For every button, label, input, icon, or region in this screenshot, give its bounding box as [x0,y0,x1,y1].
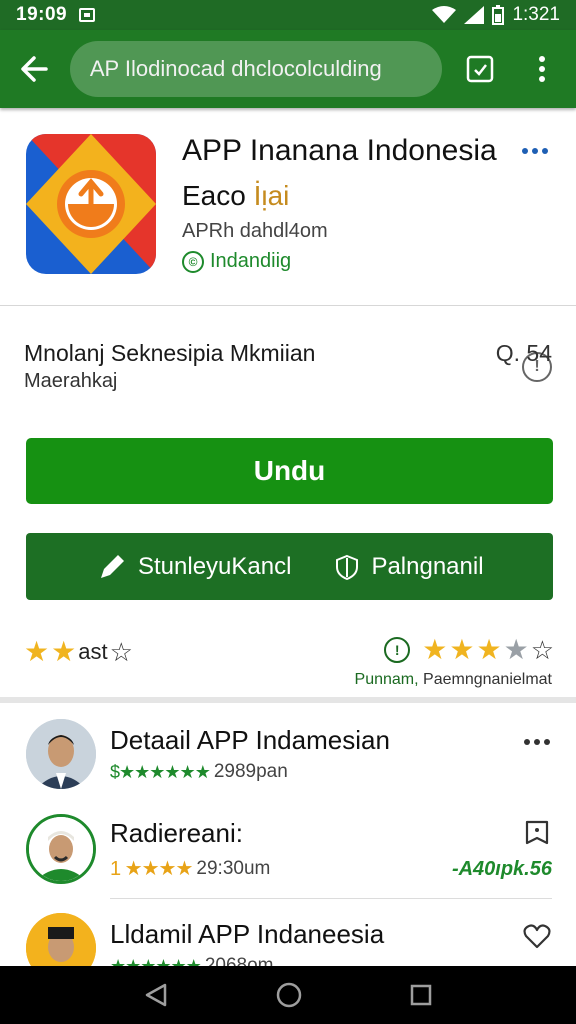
meta-subtitle: Maerahkaj [24,370,118,392]
right-action-button[interactable]: Palngnanil [335,552,484,581]
more-horiz-icon [524,739,550,745]
left-action-button[interactable]: StunleyuKancl [98,553,291,581]
rating-caption: Punnam, Paemngnanielmat [355,671,552,689]
action-button-bar: StunleyuKancl Palngnanil [26,533,553,600]
back-nav-icon[interactable] [143,982,169,1008]
review-meta: 1 ★★★★ 29:30um [110,856,270,881]
app-bar: AP Ilodinocad dhclocolculding [0,30,576,108]
installed-status: © Indandiig [182,250,291,273]
installed-icon: © [182,250,204,273]
review-item[interactable]: Lldamil APP Indaneesia ★★★★★★ 2068om [0,905,576,967]
back-button[interactable] [14,49,54,89]
recents-nav-icon[interactable] [409,983,433,1007]
section-divider [0,697,576,703]
status-clock-right: 1:321 [512,4,560,25]
rating-caption-rest: Paemngnanielmat [418,671,552,688]
checklist-button[interactable] [460,49,500,89]
meta-title: Mnolanj Seknesipia Mkmiian [24,340,316,366]
star-icon: ★ [476,634,502,665]
pencil-icon [101,554,124,578]
status-icons: 1:321 [432,4,560,26]
meta-right-value: Q. 54 [495,340,552,366]
overflow-menu-button[interactable] [522,49,562,89]
system-navigation-bar [0,966,576,1024]
bookmark-icon [525,820,549,845]
star-half-icon: ★ [503,634,529,665]
star-outline-icon: ☆ [530,635,554,665]
more-options-icon[interactable] [522,148,548,154]
install-button[interactable]: Undu [26,438,553,504]
avatar [26,814,96,884]
app-icon [26,134,156,274]
heart-icon [523,924,551,949]
home-nav-icon[interactable] [275,981,303,1009]
app-title: APP Inanana Indonesia [182,134,497,167]
app-size: APRh dahdl4om [182,220,328,242]
star-icon: ★ [24,636,50,667]
review-flag-button[interactable] [522,818,552,848]
developer-mark: İᴉai [253,180,290,211]
status-time: 19:09 [16,4,68,25]
battery-icon [492,5,505,25]
wifi-icon [432,6,457,23]
avatar [26,719,96,789]
review-item[interactable]: Detaail APP Indamesian $★★★★★★ 2989pan [0,705,576,815]
avatar [26,913,96,967]
more-vert-icon [539,56,546,82]
review-meta: $★★★★★★ 2989pan [110,761,288,783]
review-author: Radiereani: [110,818,243,848]
rating-caption-green: Punnam, [354,671,419,688]
review-score: -A40ıpk.56 [451,858,552,880]
left-action-label: StunleyuKancl [138,552,292,580]
star-outline-icon: ☆ [109,637,133,667]
shield-icon [336,554,359,580]
review-item[interactable]: Radiereani: 1 ★★★★ 29:30um -A40ıpk.56 [0,810,576,900]
arrow-left-icon [21,56,48,82]
right-action-label: Palngnanil [371,552,484,580]
rating-left-text: ast [78,639,108,664]
checkbox-icon [467,55,494,83]
review-date: 2989pan [213,761,288,782]
review-author: Lldamil APP Indaneesia [110,919,385,949]
status-bar: 19:09 1:321 [0,0,576,30]
star-icon: ★ [449,634,475,665]
search-input[interactable]: AP Ilodinocad dhclocolculding [69,41,443,97]
app-header: APP Inanana Indonesia Eaco İᴉai APRh dah… [0,108,576,382]
info-icon: ! [384,637,411,663]
review-stars: $★★★★★★ [110,761,211,782]
rating-summary-left[interactable]: ★ ★ ast ☆ [24,638,133,666]
developer-label: Eaco [182,180,246,211]
installed-label: Indandiig [210,250,292,272]
signal-icon [464,6,485,24]
star-icon: ★ [51,636,77,667]
review-like-button[interactable] [522,921,552,951]
review-stars: 1 ★★★★ [110,858,193,880]
developer-name[interactable]: Eaco İᴉai [182,180,289,212]
review-date: 29:30um [196,857,271,879]
notification-icon [79,8,96,22]
review-author: Detaail APP Indamesian [110,725,390,755]
review-more-button[interactable] [522,727,552,757]
star-icon: ★ [422,634,448,665]
rating-summary-right[interactable]: ! ★ ★ ★ ★ ☆ [384,636,554,664]
